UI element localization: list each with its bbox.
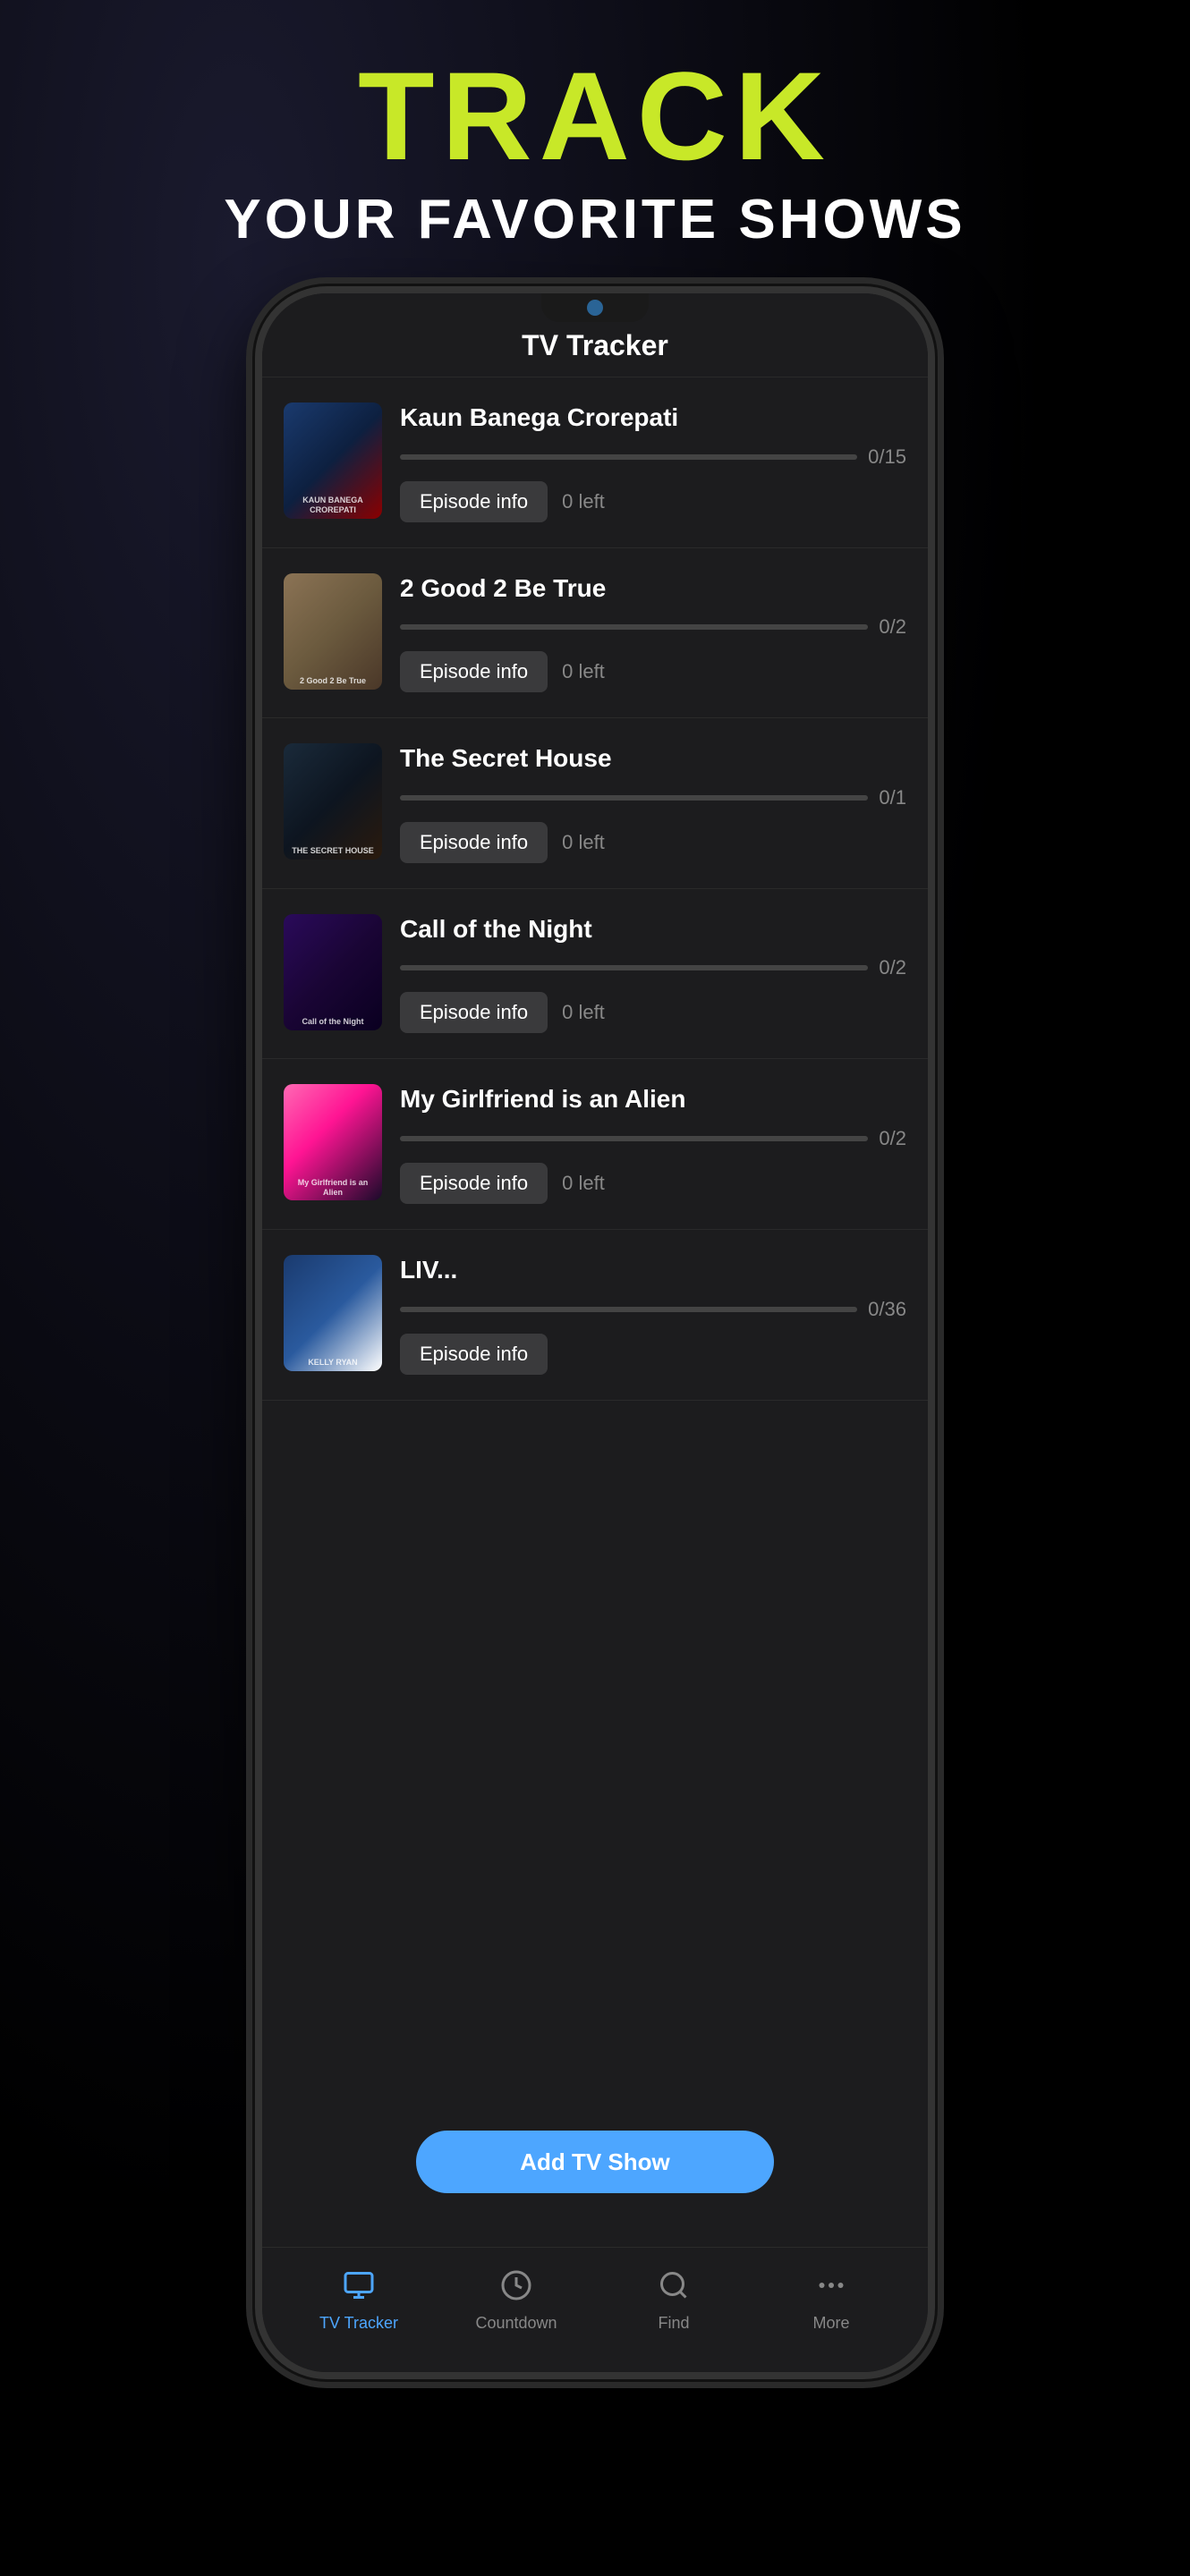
episode-row-secret: Episode info 0 left	[400, 822, 906, 863]
show-thumbnail-call: Call of the Night	[284, 914, 382, 1030]
nav-item-tv-tracker[interactable]: TV Tracker	[280, 2269, 438, 2333]
phone-notch	[541, 293, 649, 322]
find-icon	[658, 2269, 690, 2307]
progress-bar-bg-call	[400, 965, 868, 970]
add-tv-show-label: Add TV Show	[520, 2148, 670, 2176]
show-item-secret[interactable]: THE SECRET HOUSE The Secret House 0/1 Ep…	[262, 718, 928, 889]
progress-label-kbc: 0/15	[868, 445, 906, 469]
episode-info-btn-secret[interactable]: Episode info	[400, 822, 548, 863]
left-label-2good: 0 left	[562, 660, 605, 683]
show-name-kbc: Kaun Banega Crorepati	[400, 402, 906, 433]
progress-row-alien: 0/2	[400, 1127, 906, 1150]
show-info-call: Call of the Night 0/2 Episode info 0 lef…	[400, 914, 906, 1034]
show-item-alien[interactable]: My Girlfriend is an Alien My Girlfriend …	[262, 1059, 928, 1230]
nav-item-find[interactable]: Find	[595, 2269, 752, 2333]
episode-row-live: Episode info	[400, 1334, 906, 1375]
nav-label-countdown: Countdown	[475, 2314, 557, 2333]
show-name-live: LIV...	[400, 1255, 906, 1285]
hero-title: TRACK	[0, 54, 1190, 179]
show-info-secret: The Secret House 0/1 Episode info 0 left	[400, 743, 906, 863]
episode-row-kbc: Episode info 0 left	[400, 481, 906, 522]
thumb-label-alien: My Girlfriend is an Alien	[287, 1178, 378, 1198]
episode-row-call: Episode info 0 left	[400, 992, 906, 1033]
show-name-2good: 2 Good 2 Be True	[400, 573, 906, 604]
episode-row-alien: Episode info 0 left	[400, 1163, 906, 1204]
hero-subtitle: YOUR FAVORITE SHOWS	[0, 188, 1190, 251]
progress-bar-bg-secret	[400, 795, 868, 801]
left-label-alien: 0 left	[562, 1172, 605, 1195]
thumb-label-kbc: KAUN BANEGA CROREPATI	[287, 496, 378, 515]
nav-item-countdown[interactable]: Countdown	[438, 2269, 595, 2333]
thumb-label-secret: THE SECRET HOUSE	[287, 846, 378, 856]
show-thumbnail-live: KELLY RYAN	[284, 1255, 382, 1371]
progress-bar-bg-2good	[400, 624, 868, 630]
progress-bar-bg-live	[400, 1307, 857, 1312]
progress-label-alien: 0/2	[879, 1127, 906, 1150]
episode-info-btn-call[interactable]: Episode info	[400, 992, 548, 1033]
progress-row-call: 0/2	[400, 956, 906, 979]
progress-label-secret: 0/1	[879, 786, 906, 809]
add-tv-show-button[interactable]: Add TV Show	[416, 2131, 774, 2193]
thumb-label-call: Call of the Night	[287, 1017, 378, 1027]
episode-row-2good: Episode info 0 left	[400, 651, 906, 692]
show-thumbnail-kbc: KAUN BANEGA CROREPATI	[284, 402, 382, 519]
thumb-label-live: KELLY RYAN	[287, 1358, 378, 1368]
phone-screen: TV Tracker KAUN BANEGA CROREPATI Kaun Ba…	[262, 293, 928, 2247]
progress-bar-bg-kbc	[400, 454, 857, 460]
countdown-icon	[500, 2269, 532, 2307]
left-label-secret: 0 left	[562, 831, 605, 854]
nav-label-find: Find	[658, 2314, 689, 2333]
show-name-secret: The Secret House	[400, 743, 906, 774]
show-name-call: Call of the Night	[400, 914, 906, 945]
hero-section: TRACK YOUR FAVORITE SHOWS	[0, 54, 1190, 251]
progress-label-2good: 0/2	[879, 615, 906, 639]
episode-info-btn-2good[interactable]: Episode info	[400, 651, 548, 692]
episode-info-btn-kbc[interactable]: Episode info	[400, 481, 548, 522]
show-item-live[interactable]: KELLY RYAN LIV... 0/36 Episode info	[262, 1230, 928, 1401]
left-label-kbc: 0 left	[562, 490, 605, 513]
nav-item-more[interactable]: More	[752, 2269, 910, 2333]
nav-label-tv-tracker: TV Tracker	[319, 2314, 398, 2333]
app-title: TV Tracker	[262, 329, 928, 362]
progress-row-live: 0/36	[400, 1298, 906, 1321]
nav-label-more: More	[812, 2314, 849, 2333]
show-name-alien: My Girlfriend is an Alien	[400, 1084, 906, 1114]
progress-label-call: 0/2	[879, 956, 906, 979]
progress-row-2good: 0/2	[400, 615, 906, 639]
show-info-alien: My Girlfriend is an Alien 0/2 Episode in…	[400, 1084, 906, 1204]
progress-bar-bg-alien	[400, 1136, 868, 1141]
show-thumbnail-2good: 2 Good 2 Be True	[284, 573, 382, 690]
show-item-2good[interactable]: 2 Good 2 Be True 2 Good 2 Be True 0/2 Ep…	[262, 548, 928, 719]
phone-frame: TV Tracker KAUN BANEGA CROREPATI Kaun Ba…	[255, 286, 935, 2379]
progress-row-kbc: 0/15	[400, 445, 906, 469]
progress-row-secret: 0/1	[400, 786, 906, 809]
show-thumbnail-alien: My Girlfriend is an Alien	[284, 1084, 382, 1200]
show-list[interactable]: KAUN BANEGA CROREPATI Kaun Banega Crorep…	[262, 377, 928, 2247]
show-item-kbc[interactable]: KAUN BANEGA CROREPATI Kaun Banega Crorep…	[262, 377, 928, 548]
show-info-2good: 2 Good 2 Be True 0/2 Episode info 0 left	[400, 573, 906, 693]
left-label-call: 0 left	[562, 1001, 605, 1024]
episode-info-btn-alien[interactable]: Episode info	[400, 1163, 548, 1204]
show-info-kbc: Kaun Banega Crorepati 0/15 Episode info …	[400, 402, 906, 522]
thumb-label-2good: 2 Good 2 Be True	[287, 676, 378, 686]
show-info-live: LIV... 0/36 Episode info	[400, 1255, 906, 1375]
bottom-navigation: TV Tracker Countdown Find	[262, 2247, 928, 2372]
episode-info-btn-live[interactable]: Episode info	[400, 1334, 548, 1375]
phone-camera	[587, 300, 603, 316]
show-thumbnail-secret: THE SECRET HOUSE	[284, 743, 382, 860]
more-icon	[815, 2269, 847, 2307]
tv-tracker-icon	[343, 2269, 375, 2307]
progress-label-live: 0/36	[868, 1298, 906, 1321]
show-item-call[interactable]: Call of the Night Call of the Night 0/2 …	[262, 889, 928, 1060]
